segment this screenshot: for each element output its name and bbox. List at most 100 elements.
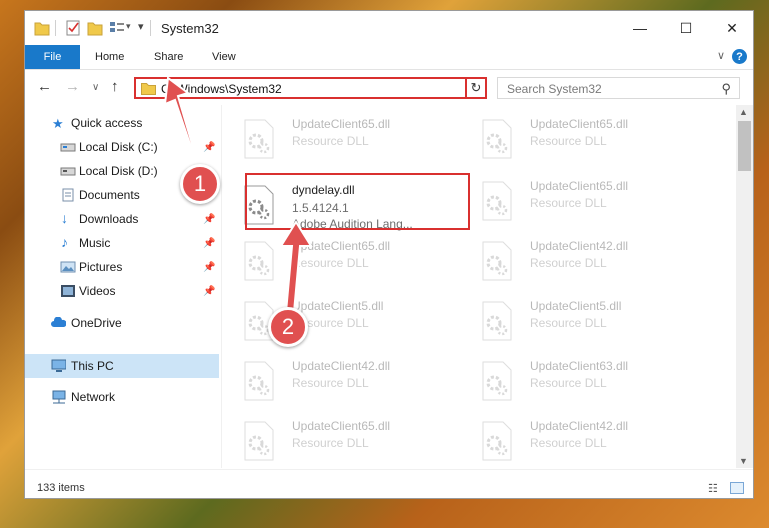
sidebar-item-label: Network — [71, 390, 116, 404]
refresh-button[interactable]: ↻ — [465, 77, 487, 99]
file-item[interactable]: UpdateClient42.dll Resource DLL — [461, 413, 691, 468]
cloud-icon — [51, 317, 66, 327]
scrollbar-thumb[interactable] — [738, 121, 751, 171]
sidebar-item-label: Music — [79, 236, 111, 250]
minimize-button[interactable]: — — [617, 11, 663, 45]
sidebar-item-quick-access[interactable]: ★ Quick access — [25, 111, 219, 135]
sidebar-item-pictures[interactable]: Pictures 📌 — [25, 255, 219, 279]
dll-file-icon — [482, 241, 512, 281]
sidebar-item-onedrive[interactable]: OneDrive — [25, 311, 219, 335]
sidebar-item-network[interactable]: Network — [25, 385, 219, 409]
search-input[interactable]: Search System32 ⚲ — [497, 77, 740, 99]
highlight-box — [245, 173, 470, 230]
back-button[interactable]: ← — [37, 78, 52, 95]
recent-locations-icon[interactable]: ∨ — [92, 82, 99, 93]
tab-view[interactable]: View — [212, 45, 236, 69]
search-placeholder: Search System32 — [507, 82, 602, 96]
sidebar-item-label: Videos — [79, 284, 116, 298]
sidebar-item-music[interactable]: ♪ Music 📌 — [25, 231, 219, 255]
file-name: UpdateClient65.dll — [292, 117, 391, 131]
star-icon: ★ — [52, 116, 64, 131]
sidebar-item-local-disk-c[interactable]: Local Disk (C:) 📌 — [25, 135, 219, 159]
scroll-down-icon[interactable]: ▼ — [739, 456, 748, 466]
new-folder-icon[interactable] — [87, 19, 103, 37]
help-icon[interactable]: ? — [732, 49, 747, 64]
view-options-icon[interactable] — [109, 19, 125, 37]
address-path: C:\Windows\System32 — [161, 82, 282, 96]
dll-file-icon — [244, 241, 274, 281]
forward-button[interactable]: → — [65, 78, 80, 95]
qa-menu-icon[interactable]: ▾ — [138, 20, 144, 33]
file-item[interactable]: UpdateClient63.dll Resource DLL — [461, 353, 691, 411]
sidebar-item-label: OneDrive — [71, 316, 122, 330]
ribbon-tabs: File Home Share View ∨ ? — [25, 45, 753, 70]
sidebar-item-label: Documents — [79, 188, 140, 202]
address-bar[interactable]: C:\Windows\System32 ∨ — [134, 77, 486, 99]
dll-file-icon — [244, 119, 274, 159]
file-name: UpdateClient65.dll — [292, 419, 391, 433]
file-description: Resource DLL — [292, 134, 369, 148]
dll-file-icon — [482, 301, 512, 341]
step-1-badge: 1 — [180, 164, 220, 204]
file-item[interactable]: UpdateClient65.dll Resource DLL — [461, 111, 691, 169]
expand-ribbon-icon[interactable]: ∨ — [717, 49, 725, 62]
file-item[interactable]: UpdateClient65.dll Resource DLL — [461, 173, 691, 231]
sidebar-item-this-pc[interactable]: This PC — [25, 354, 219, 378]
sidebar-item-videos[interactable]: Videos 📌 — [25, 279, 219, 303]
pin-icon: 📌 — [203, 214, 216, 225]
dll-file-icon — [482, 421, 512, 461]
dll-file-icon — [482, 119, 512, 159]
file-item[interactable]: UpdateClient65.dll Resource DLL — [223, 233, 453, 291]
step-2-badge: 2 — [268, 307, 308, 347]
pin-icon: 📌 — [203, 142, 216, 153]
folder-icon — [34, 22, 50, 36]
title-bar: ▾ ▾ System32 — ☐ ✕ — [25, 11, 753, 45]
file-description: Resource DLL — [292, 256, 369, 270]
details-view-icon[interactable]: ☷ — [708, 482, 722, 495]
dll-file-icon — [482, 181, 512, 221]
file-explorer-window: ▾ ▾ System32 — ☐ ✕ File Home Share View … — [24, 10, 754, 499]
file-item[interactable]: UpdateClient42.dll Resource DLL — [461, 233, 691, 291]
network-icon — [52, 390, 66, 404]
window-title: System32 — [161, 21, 219, 36]
pane-divider[interactable] — [221, 105, 222, 468]
pin-icon: 📌 — [203, 286, 216, 297]
tab-share[interactable]: Share — [154, 45, 183, 69]
tab-home[interactable]: Home — [95, 45, 124, 69]
search-icon: ⚲ — [721, 81, 731, 96]
pin-icon: 📌 — [203, 238, 216, 249]
file-item[interactable]: UpdateClient65.dll Resource DLL — [223, 413, 453, 468]
file-description: Resource DLL — [530, 256, 607, 270]
properties-icon[interactable] — [65, 19, 81, 37]
up-button[interactable]: ↑ — [111, 78, 119, 95]
file-name: UpdateClient65.dll — [530, 179, 629, 193]
tab-file[interactable]: File — [25, 45, 80, 69]
file-name: UpdateClient5.dll — [530, 299, 622, 313]
large-icons-view-icon[interactable] — [730, 482, 744, 494]
customize-dropdown-icon[interactable]: ▾ — [126, 21, 131, 32]
sidebar-item-label: This PC — [71, 359, 114, 373]
vertical-scrollbar[interactable]: ▲ ▼ — [736, 105, 753, 468]
videos-icon — [61, 285, 75, 297]
folder-icon — [141, 83, 156, 95]
file-description: Resource DLL — [530, 316, 607, 330]
file-item[interactable]: UpdateClient65.dll Resource DLL — [223, 111, 453, 169]
maximize-button[interactable]: ☐ — [663, 11, 709, 45]
computer-icon — [51, 359, 66, 372]
file-name: UpdateClient42.dll — [292, 359, 391, 373]
sidebar-item-downloads[interactable]: ↓ Downloads 📌 — [25, 207, 219, 231]
file-description: Resource DLL — [530, 134, 607, 148]
scroll-up-icon[interactable]: ▲ — [739, 107, 748, 117]
file-item[interactable]: UpdateClient42.dll Resource DLL — [223, 353, 453, 411]
file-item[interactable]: UpdateClient5.dll Resource DLL — [223, 293, 453, 351]
close-button[interactable]: ✕ — [709, 11, 755, 45]
dll-file-icon — [244, 421, 274, 461]
file-description: Resource DLL — [530, 376, 607, 390]
file-name: UpdateClient5.dll — [292, 299, 384, 313]
file-item[interactable]: UpdateClient5.dll Resource DLL — [461, 293, 691, 351]
sidebar-item-label: Pictures — [79, 260, 123, 274]
sidebar-item-label: Local Disk (D:) — [79, 164, 158, 178]
dll-file-icon — [482, 361, 512, 401]
file-description: Resource DLL — [530, 436, 607, 450]
music-icon: ♪ — [61, 234, 68, 250]
